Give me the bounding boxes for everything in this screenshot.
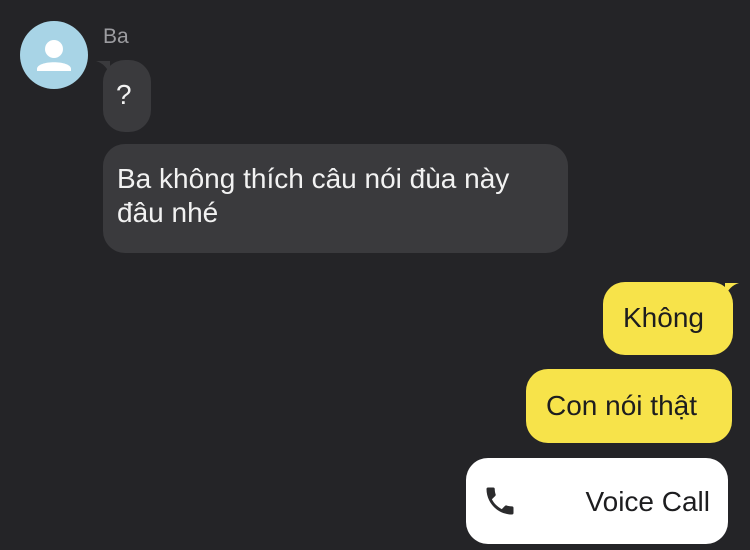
phone-icon bbox=[486, 487, 514, 515]
message-bubble-outgoing[interactable]: Con nói thật bbox=[526, 369, 732, 443]
voice-call-card[interactable]: Voice Call bbox=[466, 458, 728, 544]
default-user-avatar-icon bbox=[37, 40, 71, 71]
message-bubble-incoming[interactable]: ? bbox=[103, 60, 151, 132]
message-text: Ba không thích câu nói đùa này đâu nhé bbox=[117, 163, 510, 228]
voice-call-label: Voice Call bbox=[585, 486, 710, 517]
message-text: Con nói thật bbox=[546, 390, 697, 421]
chat-screen: { "contact": { "name": "Ba", "avatar_ico… bbox=[0, 0, 750, 550]
message-bubble-outgoing[interactable]: Không bbox=[603, 282, 733, 355]
contact-avatar[interactable] bbox=[20, 21, 88, 89]
sender-name: Ba bbox=[103, 25, 129, 48]
message-text: ? bbox=[116, 79, 132, 110]
message-text: Không bbox=[623, 302, 704, 333]
message-bubble-incoming[interactable]: Ba không thích câu nói đùa này đâu nhé bbox=[103, 144, 568, 253]
